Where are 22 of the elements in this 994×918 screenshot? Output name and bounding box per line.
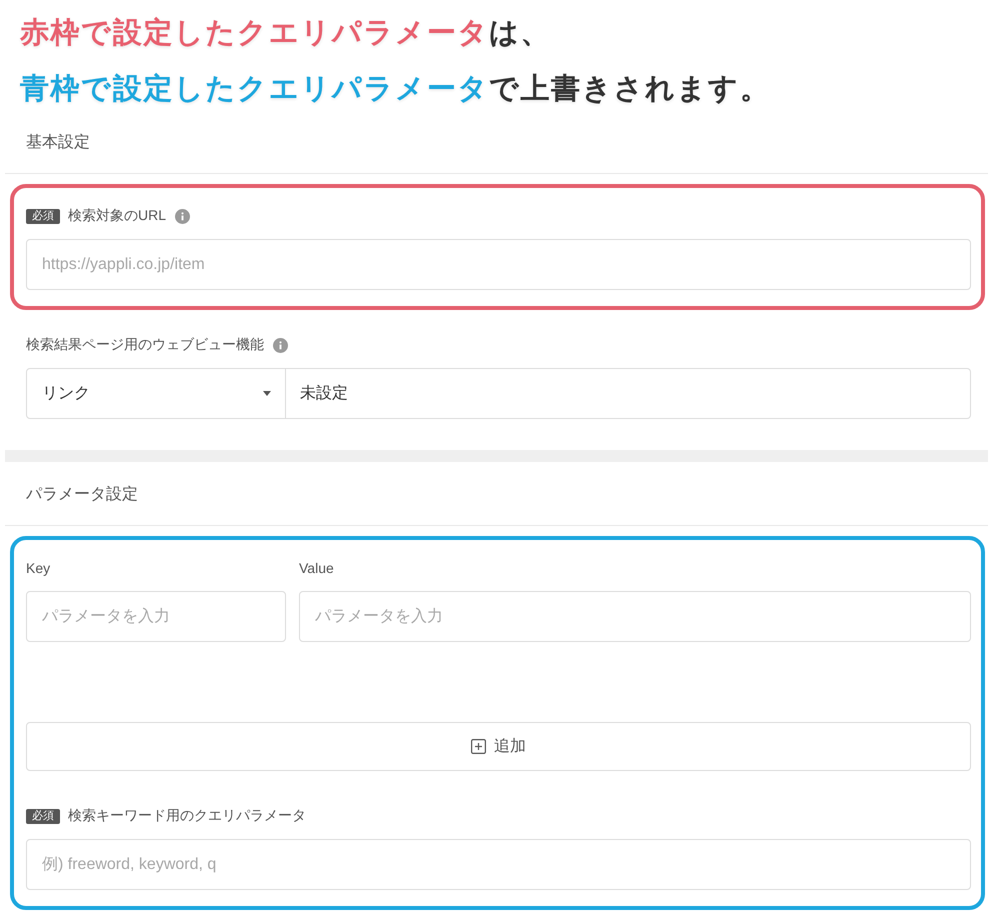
info-icon[interactable] [273, 338, 288, 352]
parameter-input[interactable]: パラメータを入力 [26, 591, 286, 642]
field-label: 検索キーワード用のクエリパラメータ [68, 807, 306, 825]
field-label: Key [26, 560, 50, 576]
text-input[interactable]: https://yappli.co.jp/item [26, 239, 971, 290]
info-icon[interactable] [175, 208, 190, 224]
field-label: 検索結果ページ用のウェブビュー機能 [26, 336, 264, 354]
headline-text: 青枠で設定したクエリパラメータ で上書きされます。 [20, 72, 772, 107]
parameter-input[interactable]: パラメータを入力 [299, 591, 971, 642]
field-label: 検索対象のURL [68, 207, 166, 225]
webview-target-field[interactable]: 未設定 [286, 368, 971, 419]
text-input[interactable]: 例) freeword, keyword, q [26, 839, 971, 890]
field-label: Value [299, 560, 334, 576]
section-title: パラメータ設定 [26, 486, 138, 503]
required-badge: 必須 [26, 808, 60, 824]
section-title: 基本設定 [26, 134, 90, 151]
required-badge: 必須 [26, 208, 60, 224]
plus-square-icon [471, 739, 486, 754]
add-button[interactable]: 追加 [26, 722, 971, 771]
caret-icon [263, 391, 271, 396]
link-type-select[interactable]: リンク [26, 368, 286, 419]
headline-text: 赤枠で設定したクエリパラメータ は、 [20, 16, 552, 51]
